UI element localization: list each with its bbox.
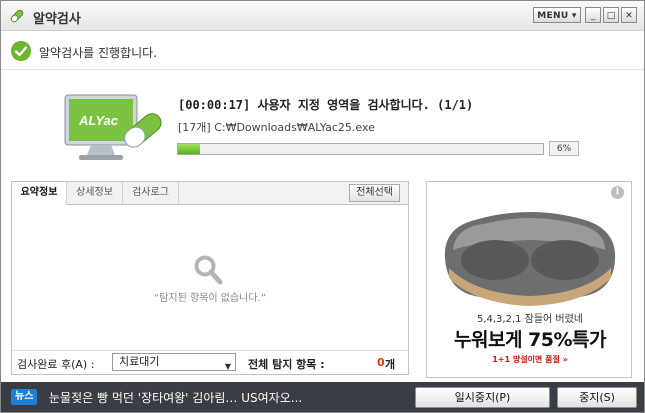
progress-percent: 6% (549, 141, 579, 156)
close-button[interactable]: ✕ (621, 7, 637, 23)
scan-progress-bar (177, 143, 544, 155)
title-bar[interactable]: 알약검사 MENU ▾ _ □ ✕ (1, 1, 644, 31)
ad-headline: 누워보게 75%특가 (454, 329, 606, 351)
after-scan-select[interactable]: 치료대기 ▼ (112, 353, 236, 371)
after-scan-value: 치료대기 (119, 355, 160, 368)
status-text: 알약검사를 진행합니다. (39, 46, 158, 60)
pause-button[interactable]: 일시중지(P) (415, 387, 550, 408)
total-detected-count: 0 (377, 356, 385, 369)
progress-fill (178, 144, 200, 154)
window-title: 알약검사 (33, 12, 81, 27)
check-icon (11, 41, 31, 61)
results-tabs: 요약정보 상세정보 검사로그 전체선택 (12, 182, 408, 205)
total-detected-unit: 개 (385, 358, 396, 371)
pill-icon (10, 9, 24, 23)
after-scan-label: 검사완료 후(A) : (17, 358, 95, 371)
maximize-button[interactable]: □ (603, 7, 619, 23)
results-panel: 요약정보 상세정보 검사로그 전체선택 “탐지된 항목이 없습니다.” 검사완료… (11, 181, 409, 375)
news-badge: 뉴스 (11, 389, 38, 405)
results-footer: 검사완료 후(A) : 치료대기 ▼ 전체 탐지 항목 : 0 개 (12, 350, 408, 375)
news-headline-link[interactable]: 눈물젖은 빵 먹던 '장타여왕' 김아림… US여자오... (49, 389, 302, 406)
divider (1, 69, 644, 70)
scan-current-file: [17개] C:₩Downloads₩ALYac25.exe (178, 121, 375, 134)
alyac-logo-monitor-icon: ALYac (64, 94, 162, 160)
total-detected-label: 전체 탐지 항목 : (248, 358, 325, 371)
ad-subtext: 5,4,3,2,1 잠들어 버렸네 (476, 314, 584, 325)
stop-button[interactable]: 중지(S) (557, 387, 637, 408)
magnifier-icon (194, 255, 223, 285)
select-all-button[interactable]: 전체선택 (349, 184, 400, 202)
ad-banner[interactable]: i 5,4,3,2,1 잠들어 버렸네 누워보게 75%특가 1+1 망설이면 … (426, 181, 632, 378)
menu-button[interactable]: MENU ▾ (533, 7, 581, 23)
status-row: 알약검사를 진행합니다. (1, 31, 644, 69)
ad-promo-link[interactable]: 1+1 망설이면 품절 » (427, 354, 631, 365)
tab-details[interactable]: 상세정보 (67, 182, 123, 204)
empty-results-text: “탐지된 항목이 없습니다.” (154, 293, 266, 304)
logo-text: ALYac (78, 113, 119, 128)
tab-scan-log[interactable]: 검사로그 (123, 182, 179, 204)
pillow-image (444, 212, 616, 306)
scan-status-text: [00:00:17] 사용자 지정 영역을 검사합니다. (1/1) (178, 98, 474, 112)
app-window: 알약검사 MENU ▾ _ □ ✕ 알약검사를 진행합니다. ALYac [00… (0, 0, 645, 413)
chevron-down-icon: ▼ (224, 362, 231, 371)
minimize-button[interactable]: _ (585, 7, 601, 23)
tab-summary[interactable]: 요약정보 (12, 182, 67, 205)
news-bar: 뉴스 눈물젖은 빵 먹던 '장타여왕' 김아림… US여자오... 일시중지(P… (1, 382, 644, 412)
